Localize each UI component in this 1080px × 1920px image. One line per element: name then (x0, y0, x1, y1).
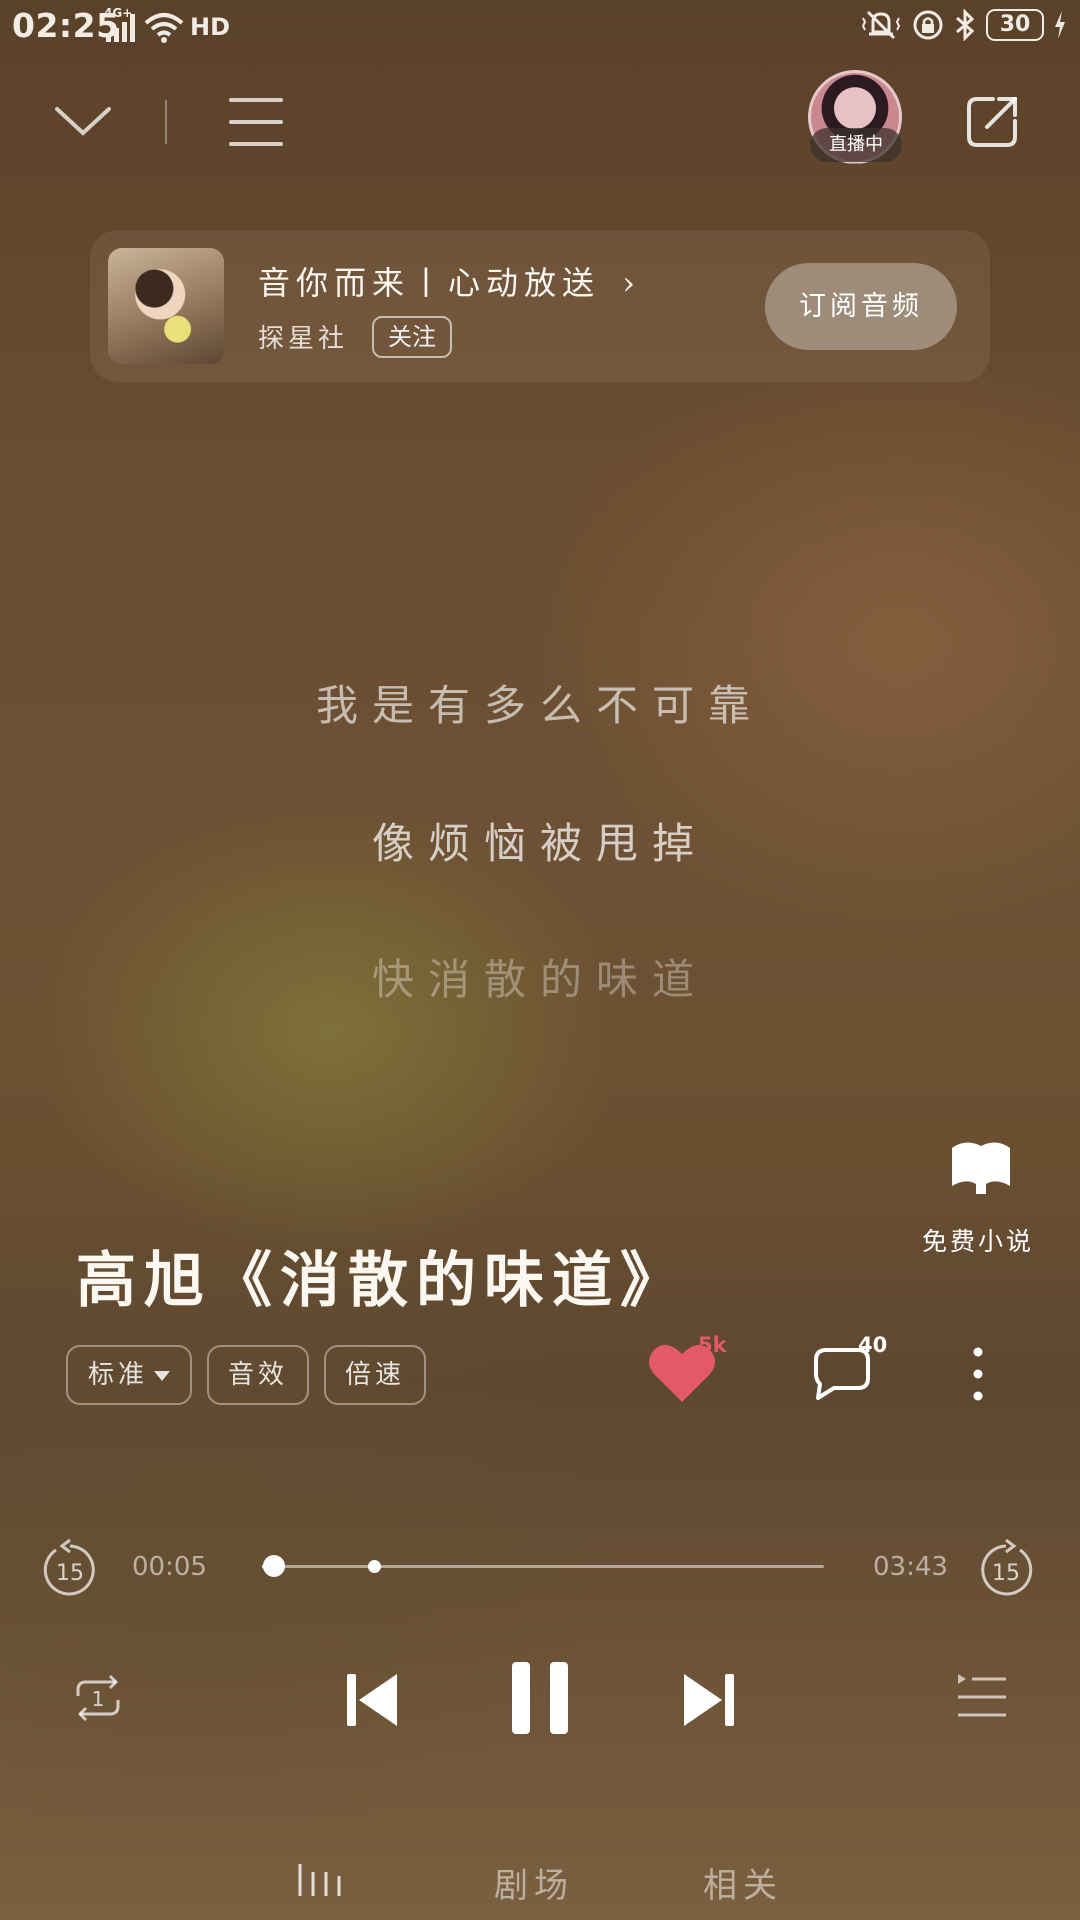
charging-icon (1055, 11, 1065, 39)
skip-previous-icon (347, 1674, 397, 1726)
previous-button[interactable] (345, 1670, 399, 1730)
repeat-one-button[interactable]: 1 (70, 1670, 126, 1726)
share-icon (967, 97, 1017, 147)
repeat-one-icon: 1 (76, 1674, 120, 1722)
vibrate-bell-icon (861, 10, 901, 40)
sound-effect-button[interactable]: 音效 (207, 1345, 309, 1405)
svg-text:15: 15 (992, 1561, 1020, 1586)
like-count: 5k (698, 1333, 727, 1357)
playlist-button[interactable] (956, 1672, 1008, 1722)
progress-knob[interactable] (263, 1555, 286, 1577)
bars-icon (298, 1864, 341, 1896)
buffer-marker (368, 1560, 382, 1573)
podcast-cover-image[interactable] (108, 248, 224, 364)
tab-theater[interactable]: 剧场 (494, 1858, 574, 1907)
rotation-lock-icon (913, 10, 943, 40)
quality-label: 标准 (87, 1360, 148, 1390)
free-novel-button[interactable] (950, 1138, 1012, 1198)
current-time: 00:05 (132, 1552, 207, 1582)
bluetooth-icon (956, 9, 975, 41)
podcast-channel[interactable]: 探星社 (258, 318, 348, 355)
pause-button[interactable] (510, 1660, 570, 1736)
tab-related[interactable]: 相关 (703, 1858, 783, 1907)
hd-icon: HD (190, 13, 231, 41)
total-time: 03:43 (873, 1552, 948, 1582)
battery-indicator: 30 (986, 9, 1044, 41)
chevron-right-icon: › (622, 264, 641, 302)
share-button[interactable] (962, 92, 1022, 152)
status-bar: 02:25 4G+ HD 30 (0, 0, 1080, 54)
next-button[interactable] (682, 1670, 736, 1730)
skip-next-icon (684, 1674, 734, 1726)
forward-15-icon: 15 (981, 1538, 1033, 1596)
lyric-line[interactable]: 快消散的味道 (0, 946, 1080, 1007)
live-badge: 直播中 (810, 128, 902, 162)
follow-button[interactable]: 关注 (372, 316, 452, 358)
caret-down-icon (154, 1371, 170, 1381)
skip-forward-15-button[interactable]: 15 (978, 1536, 1034, 1596)
collapse-button[interactable] (50, 96, 116, 146)
skip-back-15-button[interactable]: 15 (42, 1536, 98, 1596)
pause-icon (512, 1662, 568, 1734)
playlist-icon (958, 1674, 1006, 1717)
status-right: 30 (860, 8, 1066, 42)
menu-button[interactable] (228, 94, 284, 150)
nav-divider (165, 100, 167, 144)
book-icon (952, 1142, 1010, 1194)
more-button[interactable] (966, 1346, 990, 1402)
progress-track[interactable] (262, 1565, 824, 1568)
svg-text:1: 1 (92, 1687, 105, 1711)
chevron-down-icon (55, 107, 111, 136)
wifi-icon (144, 13, 184, 43)
song-title: 高旭《消散的味道》 (76, 1246, 688, 1316)
lyric-line[interactable]: 我是有多么不可靠 (0, 672, 1080, 733)
more-vertical-icon (973, 1347, 983, 1401)
rewind-15-icon: 15 (43, 1538, 95, 1596)
free-novel-label[interactable]: 免费小说 (922, 1222, 1034, 1258)
comment-count: 40 (858, 1333, 888, 1357)
network-icons: 4G+ HD (104, 6, 231, 44)
speed-button[interactable]: 倍速 (324, 1345, 426, 1405)
lyric-line-current[interactable]: 像烦恼被甩掉 (0, 810, 1080, 871)
svg-text:15: 15 (56, 1561, 84, 1586)
podcast-title[interactable]: 音你而来丨心动放送 › (258, 258, 641, 304)
tab-player[interactable] (296, 1858, 344, 1902)
menu-icon (229, 98, 283, 146)
signal-icon: 4G+ (104, 6, 138, 44)
subscribe-button[interactable]: 订阅音频 (765, 263, 957, 350)
quality-select[interactable]: 标准 (66, 1345, 192, 1405)
